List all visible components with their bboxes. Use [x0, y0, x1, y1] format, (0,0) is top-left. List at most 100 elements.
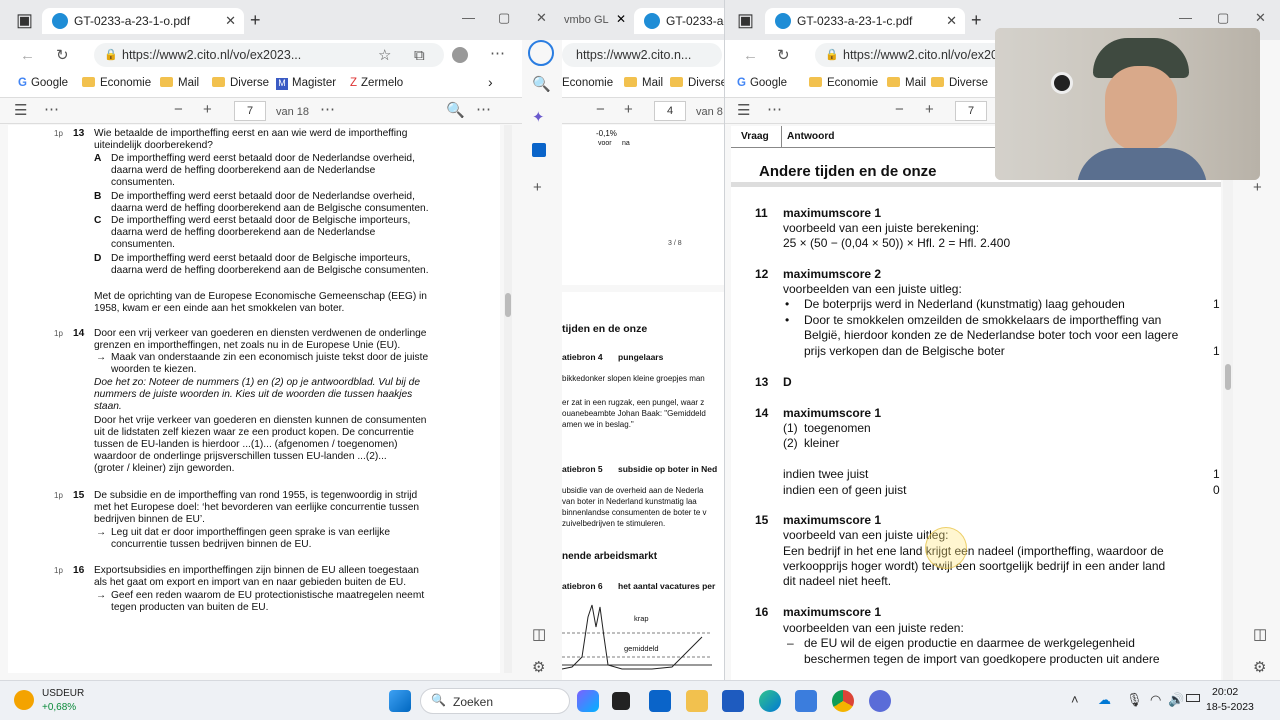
new-tab-icon[interactable]: + [971, 11, 982, 29]
page-number-input[interactable]: 7 [955, 101, 987, 121]
middle-url-field[interactable]: https://www2.cito.n... [562, 43, 722, 67]
sidebar-toggle-icon[interactable]: ◫ [532, 627, 546, 642]
close-window-icon[interactable]: ✕ [1255, 10, 1266, 26]
option-d-letter[interactable]: D [94, 253, 101, 264]
bookmark-diverse[interactable]: Diverse [670, 77, 724, 89]
bookmark-economie[interactable]: Economie [562, 77, 613, 89]
bookmark-diverse[interactable]: Diverse [931, 77, 988, 89]
bookmark-mail[interactable]: Mail [887, 77, 926, 89]
bookmark-magister[interactable]: M Magister [276, 77, 336, 90]
app-icon[interactable] [869, 690, 891, 712]
page-number-input[interactable]: 7 [234, 101, 266, 121]
answer-16-bullet-1: de EU wil de eigen productie en daarmee … [804, 636, 1135, 650]
pdf-settings-icon[interactable]: ⋯ [476, 102, 491, 117]
pdf-more-icon[interactable]: ⋯ [767, 102, 782, 117]
extensions-icon[interactable]: ⧉ [414, 48, 425, 63]
contents-icon[interactable]: ☰ [737, 103, 750, 118]
zoom-out-icon[interactable]: − [895, 102, 904, 117]
outlook-icon[interactable] [532, 143, 546, 157]
search-icon[interactable]: 🔍 [446, 103, 465, 118]
zoom-in-icon[interactable]: + [203, 102, 212, 117]
middle-page-input[interactable]: 4 [654, 101, 686, 121]
windows-start-icon[interactable] [389, 690, 411, 712]
close-tab-icon[interactable]: ✕ [225, 13, 236, 29]
middle-active-tab[interactable]: GT-0233-a-23 [634, 8, 724, 34]
maximize-icon[interactable]: ▢ [1217, 10, 1229, 26]
outlook-icon[interactable] [649, 690, 671, 712]
bookmark-diverse[interactable]: Diverse [212, 77, 269, 89]
favorites-icon[interactable]: ☆ [378, 48, 391, 63]
chrome-icon[interactable] [832, 690, 854, 712]
refresh-icon[interactable]: ↻ [777, 48, 790, 63]
refresh-icon[interactable]: ↻ [56, 48, 69, 63]
right-scrollbar-thumb[interactable] [1225, 364, 1231, 390]
bookmark-mail[interactable]: Mail [160, 77, 199, 89]
q14-number: 14 [73, 328, 85, 339]
add-sidebar-icon[interactable]: + [533, 180, 542, 195]
close-tab-icon[interactable]: ✕ [946, 13, 957, 29]
new-tab-icon[interactable]: + [250, 11, 261, 29]
back-icon[interactable]: ← [743, 48, 758, 63]
add-sidebar-icon[interactable]: + [1253, 180, 1262, 195]
bookmark-mail[interactable]: Mail [624, 77, 663, 89]
bookmark-google[interactable]: G Google [18, 77, 68, 89]
q14-instruction-2: nummers de juiste woorden in. Kies uit d… [94, 389, 413, 400]
microphone-icon[interactable]: 🎙 [1126, 692, 1143, 708]
bookmark-google[interactable]: G Google [737, 77, 787, 89]
minimize-icon[interactable]: — [1179, 10, 1192, 25]
bing-icon[interactable] [528, 40, 554, 66]
option-c-letter[interactable]: C [94, 215, 101, 226]
more-icon[interactable]: ⋯ [490, 46, 505, 61]
word-icon[interactable] [722, 690, 744, 712]
zoom-in-icon[interactable]: + [925, 102, 934, 117]
task-view-icon[interactable] [612, 692, 630, 710]
tab-actions-icon[interactable]: ▣ [737, 11, 754, 29]
taskbar-search[interactable]: 🔍 Zoeken [420, 688, 570, 714]
zoom-in-icon[interactable]: + [624, 102, 633, 117]
clock-time[interactable]: 20:02 [1212, 686, 1238, 698]
edge-icon[interactable] [759, 690, 781, 712]
option-b-letter[interactable]: B [94, 191, 101, 202]
wifi-icon[interactable]: ◠ [1150, 692, 1161, 708]
left-scrollbar[interactable] [504, 125, 512, 673]
weather-widget[interactable]: USDEUR +0,68% [14, 686, 134, 716]
ticker-icon [14, 690, 34, 710]
tab-actions-icon[interactable]: ▣ [16, 11, 33, 29]
profile-icon[interactable] [452, 47, 468, 63]
back-icon[interactable]: ← [20, 48, 35, 63]
bookmarks-overflow-icon[interactable]: › [488, 74, 493, 90]
shopping-icon[interactable]: ✦ [532, 110, 545, 125]
zoom-out-icon[interactable]: − [174, 102, 183, 117]
sidebar-toggle-icon[interactable]: ◫ [1253, 627, 1267, 642]
zoom-out-icon[interactable]: − [596, 102, 605, 117]
settings-icon[interactable]: ⚙ [1253, 660, 1266, 675]
copilot-icon[interactable] [577, 690, 599, 712]
bookmark-economie[interactable]: Economie [82, 77, 151, 89]
right-scrollbar[interactable] [1223, 126, 1233, 680]
close-tab-icon[interactable]: ✕ [616, 12, 626, 26]
chevron-up-icon[interactable]: ˄ [1071, 692, 1079, 707]
q14-text-8: waardoor de onderlinge prijsverschillen … [94, 451, 387, 462]
battery-icon[interactable] [1186, 694, 1200, 702]
settings-icon[interactable]: ⚙ [532, 660, 545, 675]
cloud-icon[interactable]: ☁ [1098, 692, 1111, 708]
middle-tab-1[interactable]: vmbo GL [564, 14, 609, 26]
pdf-more-icon[interactable]: ⋯ [44, 102, 59, 117]
right-active-tab[interactable]: GT-0233-a-23-1-c.pdf ✕ [765, 8, 965, 34]
left-active-tab[interactable]: GT-0233-a-23-1-o.pdf ✕ [42, 8, 244, 34]
bookmark-zermelo[interactable]: Z Zermelo [350, 77, 403, 89]
file-explorer-icon[interactable] [686, 690, 708, 712]
option-a-letter[interactable]: A [94, 153, 101, 164]
contents-icon[interactable]: ☰ [14, 103, 27, 118]
search-icon[interactable]: 🔍 [532, 77, 551, 92]
clock-date[interactable]: 18-5-2023 [1206, 701, 1254, 713]
volume-icon[interactable]: 🔊 [1168, 692, 1184, 708]
left-scrollbar-thumb[interactable] [505, 293, 511, 317]
minimize-icon[interactable]: — [462, 10, 475, 25]
snipping-tool-icon[interactable] [795, 690, 817, 712]
close-window-icon[interactable]: ✕ [536, 10, 547, 26]
bookmark-economie[interactable]: Economie [809, 77, 878, 89]
pdf-options-icon[interactable]: ⋯ [320, 102, 335, 117]
maximize-icon[interactable]: ▢ [498, 10, 510, 26]
url-field[interactable]: 🔒 https://www2.cito.nl/vo/ex2023... [94, 43, 444, 67]
